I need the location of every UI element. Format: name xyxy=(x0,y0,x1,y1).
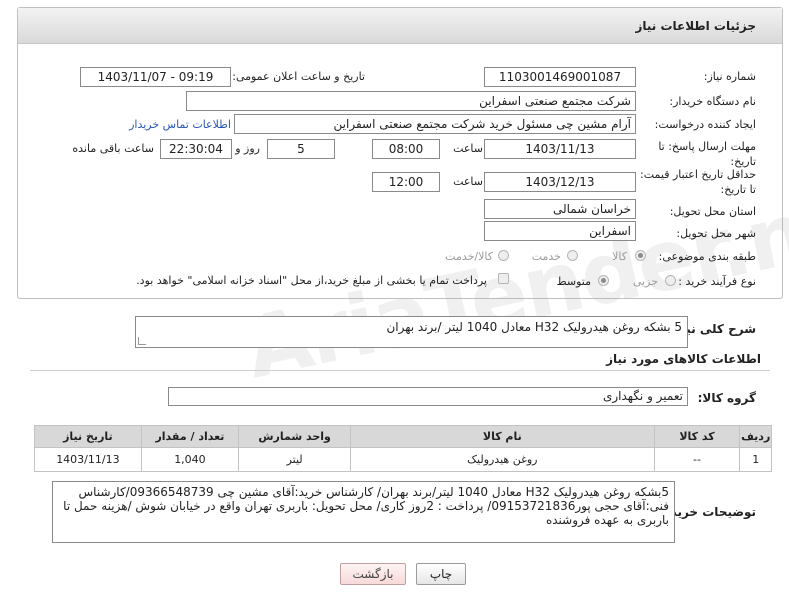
goods-info-title: اطلاعات کالاهای مورد نیاز xyxy=(606,352,761,366)
cell-row: 1 xyxy=(739,447,772,472)
validity-time-label: ساعت xyxy=(453,175,483,188)
buyer-notes-text: 5بشکه روغن هیدرولیک H32 معادل 1040 لیتر/… xyxy=(63,485,669,527)
col-code: کد کالا xyxy=(653,425,741,448)
treasury-payment-checkbox[interactable] xyxy=(498,273,509,284)
category-radio-goods-service[interactable] xyxy=(498,250,509,261)
back-button[interactable]: بازگشت xyxy=(340,563,406,585)
buyer-contact-link[interactable]: اطلاعات تماس خریدار xyxy=(129,118,231,131)
treasury-payment-note: پرداخت تمام یا بخشی از مبلغ خرید،از محل … xyxy=(136,274,487,287)
process-radio-medium[interactable] xyxy=(598,275,609,286)
category-option-goods: کالا xyxy=(612,250,627,263)
city-label: شهر محل تحویل: xyxy=(676,227,756,240)
print-button[interactable]: چاپ xyxy=(416,563,466,585)
goods-group-field: تعمیر و نگهداری xyxy=(168,387,688,406)
goods-group-label: گروه کالا: xyxy=(697,391,756,405)
reply-time-label: ساعت xyxy=(453,142,483,155)
category-label: طبقه بندی موضوعی: xyxy=(658,250,756,263)
validity-label: حداقل تاریخ اعتبار قیمت: تا تاریخ: xyxy=(640,168,756,196)
city-field: اسفراین xyxy=(484,221,636,241)
col-need-date: تاریخ نیاز xyxy=(34,425,142,448)
col-name: نام کالا xyxy=(350,425,655,448)
remaining-time-field: 22:30:04 xyxy=(160,139,232,159)
category-option-goods-service: کالا/خدمت xyxy=(445,250,493,263)
reply-deadline-label: مهلت ارسال پاسخ: تا تاریخ: xyxy=(658,140,756,168)
col-unit: واحد شمارش xyxy=(238,425,352,448)
resize-handle-icon[interactable] xyxy=(138,337,146,345)
cell-unit: لیتر xyxy=(238,447,352,472)
process-radio-minor[interactable] xyxy=(665,275,676,286)
days-count-field: 5 xyxy=(267,139,335,159)
announce-datetime-label: تاریخ و ساعت اعلان عمومی: xyxy=(232,70,365,83)
days-label: روز و xyxy=(235,142,260,155)
category-radio-service[interactable] xyxy=(567,250,578,261)
items-table: ردیف کد کالا نام کالا واحد شمارش تعداد /… xyxy=(34,425,772,472)
cell-code: -- xyxy=(653,447,741,472)
validity-date-field: 1403/12/13 xyxy=(484,172,636,192)
province-field: خراسان شمالی xyxy=(484,199,636,219)
description-textarea: 5 بشکه روغن هیدرولیک H32 معادل 1040 لیتر… xyxy=(135,316,688,348)
col-quantity: تعداد / مقدار xyxy=(140,425,240,448)
category-option-service: خدمت xyxy=(531,250,561,263)
description-text: 5 بشکه روغن هیدرولیک H32 معادل 1040 لیتر… xyxy=(386,320,682,334)
need-number-label: شماره نیاز: xyxy=(703,70,756,83)
remaining-time-label: ساعت باقی مانده xyxy=(72,142,154,155)
process-label: نوع فرآیند خرید : xyxy=(678,275,756,288)
reply-date-field: 1403/11/13 xyxy=(484,139,636,159)
buyer-notes-textarea: 5بشکه روغن هیدرولیک H32 معادل 1040 لیتر/… xyxy=(52,481,675,543)
cell-name: روغن هیدرولیک xyxy=(350,447,655,472)
table-row: 1 -- روغن هیدرولیک لیتر 1,040 1403/11/13 xyxy=(34,447,772,472)
process-option-minor: جزیی xyxy=(632,275,658,288)
requester-field: آرام مشین چی مسئول خرید شرکت مجتمع صنعتی… xyxy=(234,114,636,134)
process-option-medium: متوسط xyxy=(556,275,591,288)
reply-time-field: 08:00 xyxy=(372,139,440,159)
category-radio-goods[interactable] xyxy=(635,250,646,261)
need-number-field: 1103001469001087 xyxy=(484,67,636,87)
province-label: استان محل تحویل: xyxy=(669,205,756,218)
divider xyxy=(30,370,770,371)
buyer-org-field: شرکت مجتمع صنعتی اسفراین xyxy=(186,91,636,111)
buyer-org-label: نام دستگاه خریدار: xyxy=(669,95,756,108)
panel-title: جزئیات اطلاعات نیاز xyxy=(635,19,756,33)
requester-label: ایجاد کننده درخواست: xyxy=(654,118,756,131)
col-row: ردیف xyxy=(739,425,772,448)
announce-datetime-field: 1403/11/07 - 09:19 xyxy=(80,67,231,87)
validity-time-field: 12:00 xyxy=(372,172,440,192)
cell-need-date: 1403/11/13 xyxy=(34,447,142,472)
cell-quantity: 1,040 xyxy=(140,447,240,472)
